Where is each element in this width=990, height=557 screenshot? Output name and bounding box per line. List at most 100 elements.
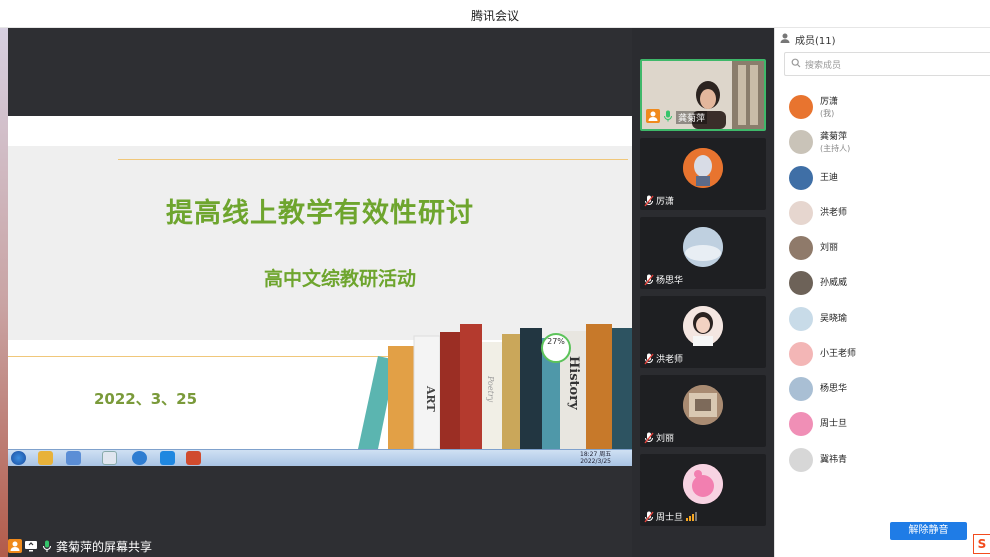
video-tile[interactable]: 杨思华 <box>640 217 766 289</box>
member-item[interactable]: 刘丽 <box>789 236 838 260</box>
search-icon <box>66 451 81 465</box>
folder-icon <box>102 451 117 465</box>
slide-title: 提高线上教学有效性研讨 <box>166 198 474 229</box>
member-name: 冀祎青 <box>820 455 848 465</box>
avatar <box>683 306 723 346</box>
member-panel: 成员(11) 搜索成员 厉潇 (我) 龚菊萍 (主持人) 王迪 洪老师 刘丽 孙… <box>774 28 990 557</box>
video-tile[interactable]: 洪老师 <box>640 296 766 368</box>
video-tile[interactable]: 刘丽 <box>640 375 766 447</box>
tile-name: 厉潇 <box>656 197 675 207</box>
browser-icon <box>132 451 147 465</box>
search-placeholder: 搜索成员 <box>805 60 842 71</box>
tile-name: 周士旦 <box>656 513 684 523</box>
avatar <box>789 201 813 225</box>
tile-name-row: 杨思华 <box>644 273 683 286</box>
tile-name: 洪老师 <box>656 355 684 365</box>
window-title: 腾讯会议 <box>470 9 519 23</box>
members-icon <box>779 32 791 47</box>
user-icon <box>646 109 660 126</box>
member-name: 杨思华 <box>820 384 848 394</box>
book-label-art: ART <box>424 385 437 412</box>
member-name: 厉潇 <box>820 96 839 107</box>
microphone-icon <box>663 110 673 125</box>
app-icon <box>38 451 53 465</box>
tile-name: 刘丽 <box>656 434 675 444</box>
avatar <box>683 148 723 188</box>
member-item[interactable]: 小王老师 <box>789 342 856 366</box>
mic-muted-icon <box>644 195 654 207</box>
percent-value: 27% <box>547 337 565 346</box>
member-item[interactable]: 龚菊萍 (主持人) <box>789 130 850 154</box>
member-name: 龚菊萍 <box>820 131 848 142</box>
books-illustration: ART Poetry History <box>358 324 632 449</box>
avatar <box>789 342 813 366</box>
video-tile[interactable]: 龚菊萍 <box>640 59 766 131</box>
powerpoint-icon <box>186 451 201 465</box>
mic-muted-icon <box>644 274 654 286</box>
presentation-slide: 提高线上教学有效性研讨 高中文综教研活动 2022、3、25 ART Poetr… <box>8 116 632 449</box>
tile-name-row: 厉潇 <box>644 194 674 207</box>
title-bar: 腾讯会议 <box>0 0 990 28</box>
tile-name: 杨思华 <box>656 276 684 286</box>
member-name: 刘丽 <box>820 243 839 253</box>
member-item[interactable]: 洪老师 <box>789 201 847 225</box>
member-item[interactable]: 吴晓瑜 <box>789 307 847 331</box>
member-item[interactable]: 杨思华 <box>789 377 847 401</box>
member-item[interactable]: 周士旦 <box>789 412 847 436</box>
taskbar-clock: 18:27 周五 2022/3/25 <box>580 451 611 465</box>
member-name: 周士旦 <box>820 419 848 429</box>
video-tile[interactable]: 厉潇 <box>640 138 766 210</box>
mic-muted-icon <box>644 353 654 365</box>
member-name: 小王老师 <box>820 349 857 359</box>
avatar <box>789 448 813 472</box>
avatar <box>789 307 813 331</box>
member-count: 成员(11) <box>795 36 836 47</box>
member-name: 吴晓瑜 <box>820 314 848 324</box>
mic-muted-icon <box>644 511 654 523</box>
member-search-input[interactable]: 搜索成员 <box>784 52 990 76</box>
video-tile[interactable]: 周士旦 <box>640 454 766 526</box>
member-item[interactable]: 冀祎青 <box>789 448 847 472</box>
avatar <box>789 130 813 154</box>
tile-name-row: 周士旦 <box>644 510 698 523</box>
slide-subtitle: 高中文综教研活动 <box>263 268 416 290</box>
member-name: 王迪 <box>820 173 839 183</box>
member-item[interactable]: 王迪 <box>789 166 838 190</box>
divider-line <box>118 159 628 160</box>
video-strip: 龚菊萍 厉潇 杨思华 洪老师 刘丽 周士旦 <box>632 28 774 557</box>
slide-date: 2022、3、25 <box>94 390 198 408</box>
windows-taskbar: 18:27 周五 2022/3/25 <box>8 449 632 466</box>
member-name: 孙威威 <box>820 278 848 288</box>
screen-share-icon <box>24 539 38 553</box>
clock-date: 2022/3/25 <box>580 458 611 465</box>
book-label-poetry: Poetry <box>486 375 495 403</box>
tile-name: 龚菊萍 <box>676 111 708 124</box>
microphone-icon <box>40 539 54 553</box>
avatar <box>789 271 813 295</box>
member-item[interactable]: 厉潇 (我) <box>789 95 838 119</box>
network-speed-badge: 27% <box>541 333 571 363</box>
avatar <box>789 412 813 436</box>
unmute-button[interactable]: 解除静音 <box>890 522 967 540</box>
avatar <box>789 236 813 260</box>
start-icon <box>11 451 26 465</box>
meeting-app-icon <box>160 451 175 465</box>
member-name: 洪老师 <box>820 208 848 218</box>
ime-icon[interactable]: S <box>973 534 990 554</box>
share-label: 龚菊萍的屏幕共享 <box>8 537 152 555</box>
share-owner-label: 龚菊萍的屏幕共享 <box>56 539 153 554</box>
member-item[interactable]: 孙威威 <box>789 271 847 295</box>
member-role: (主持人) <box>820 143 851 153</box>
mic-muted-icon <box>644 432 654 444</box>
avatar <box>683 227 723 267</box>
clock-time: 18:27 周五 <box>580 451 612 458</box>
tile-name-row: 龚菊萍 <box>646 109 708 126</box>
signal-strength-icon <box>686 512 698 521</box>
avatar <box>789 95 813 119</box>
slide-title-band <box>8 146 632 340</box>
book-label-history: History <box>566 356 581 410</box>
avatar <box>683 385 723 425</box>
avatar <box>789 377 813 401</box>
user-icon <box>8 539 22 553</box>
tile-name-row: 洪老师 <box>644 352 683 365</box>
